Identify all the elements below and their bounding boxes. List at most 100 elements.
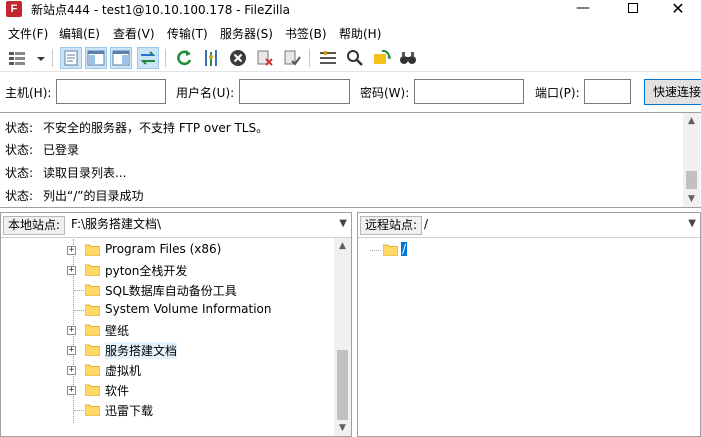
- folder-icon: [85, 344, 100, 356]
- scroll-thumb[interactable]: [337, 350, 348, 420]
- toolbar: [0, 44, 701, 72]
- folder-icon: [85, 244, 100, 256]
- tree-item[interactable]: System Volume Information: [67, 300, 337, 320]
- expand-icon[interactable]: +: [67, 266, 76, 275]
- tree-item-label: 虚拟机: [105, 364, 142, 378]
- sync-browse-icon[interactable]: [372, 48, 392, 68]
- toggle-local-tree-icon[interactable]: [85, 47, 107, 69]
- remote-path-input[interactable]: /: [424, 216, 428, 235]
- local-pane: 本地站点: F:\服务搭建文档\ ▼ + Program Files (x86)…: [0, 212, 352, 437]
- password-input[interactable]: [414, 79, 524, 104]
- menu-transfer[interactable]: 传输(T): [167, 25, 208, 42]
- toggle-transfer-queue-icon[interactable]: [137, 47, 159, 69]
- host-label: 主机(H):: [5, 86, 52, 100]
- tree-item[interactable]: 迅雷下载: [67, 400, 337, 420]
- log-text: 读取目录列表...: [43, 166, 127, 180]
- tree-guide-line: [370, 250, 381, 251]
- host-input[interactable]: [56, 79, 166, 104]
- maximize-button[interactable]: [610, 0, 656, 19]
- toolbar-separator: [309, 49, 310, 67]
- folder-icon: [85, 384, 100, 396]
- local-tree-scrollbar[interactable]: ▲ ▼: [334, 238, 351, 436]
- log-status-label: 状态:: [5, 143, 34, 157]
- folder-icon: [85, 264, 100, 276]
- chevron-down-icon[interactable]: ▼: [339, 218, 347, 229]
- folder-icon: [85, 404, 100, 416]
- menu-help[interactable]: 帮助(H): [339, 25, 381, 42]
- scroll-thumb[interactable]: [686, 171, 697, 189]
- menu-server[interactable]: 服务器(S): [220, 25, 273, 42]
- tree-item-label: 迅雷下载: [105, 404, 154, 418]
- username-input[interactable]: [239, 79, 350, 104]
- log-line: 状态: 不安全的服务器，不支持 FTP over TLS。: [5, 119, 268, 136]
- tree-item-label: System Volume Information: [105, 302, 272, 316]
- remote-site-label: 远程站点:: [360, 216, 423, 235]
- scroll-down-icon[interactable]: ▼: [334, 420, 351, 436]
- log-status-label: 状态:: [5, 121, 34, 135]
- scroll-up-icon[interactable]: ▲: [334, 238, 351, 254]
- log-text: 已登录: [43, 143, 80, 157]
- toggle-message-log-icon[interactable]: [60, 47, 82, 69]
- menu-view[interactable]: 查看(V): [113, 25, 155, 42]
- expand-icon[interactable]: +: [67, 326, 76, 335]
- search-icon[interactable]: [398, 48, 418, 68]
- folder-icon: [383, 244, 398, 256]
- tree-item[interactable]: SQL数据库自动备份工具: [67, 280, 337, 300]
- site-manager-icon[interactable]: [7, 48, 27, 68]
- expand-icon[interactable]: +: [67, 346, 76, 355]
- remote-site-bar: 远程站点: / ▼: [358, 213, 700, 238]
- chevron-down-icon[interactable]: ▼: [688, 218, 696, 229]
- scroll-down-icon[interactable]: ▼: [683, 191, 700, 207]
- local-site-bar: 本地站点: F:\服务搭建文档\ ▼: [1, 213, 351, 238]
- tree-item-label: Program Files (x86): [105, 242, 222, 256]
- folder-icon: [85, 364, 100, 376]
- log-status-label: 状态:: [5, 166, 34, 180]
- password-label: 密码(W):: [360, 86, 410, 100]
- title-bar: F 新站点444 - test1@10.10.100.178 - FileZil…: [0, 0, 701, 19]
- log-line: 状态: 已登录: [5, 141, 79, 158]
- folder-icon: [85, 284, 100, 296]
- local-path-input[interactable]: F:\服务搭建文档\: [71, 216, 161, 235]
- tree-item[interactable]: + pyton全栈开发: [67, 260, 337, 280]
- menu-file[interactable]: 文件(F): [8, 25, 48, 42]
- scroll-up-icon[interactable]: ▲: [683, 113, 700, 129]
- log-text: 不安全的服务器，不支持 FTP over TLS。: [43, 121, 269, 135]
- tree-item[interactable]: + 壁纸: [67, 320, 337, 340]
- expand-icon[interactable]: +: [67, 366, 76, 375]
- quickconnect-button[interactable]: 快速连接: [644, 79, 701, 105]
- toggle-remote-tree-icon[interactable]: [110, 47, 132, 69]
- tree-item-selected[interactable]: /: [370, 240, 570, 260]
- close-button[interactable]: ✕: [655, 0, 701, 19]
- expand-icon[interactable]: +: [67, 386, 76, 395]
- menu-edit[interactable]: 编辑(E): [59, 25, 100, 42]
- dropdown-arrow-icon[interactable]: [31, 48, 45, 68]
- window-title: 新站点444 - test1@10.10.100.178 - FileZilla: [31, 3, 290, 17]
- tree-item[interactable]: + 软件: [67, 380, 337, 400]
- tree-item-label: /: [401, 242, 408, 256]
- toolbar-separator: [52, 49, 53, 67]
- port-label: 端口(P):: [535, 86, 580, 100]
- tree-item-label: SQL数据库自动备份工具: [105, 284, 237, 298]
- filter-icon[interactable]: [318, 48, 338, 68]
- tree-guide-line: [74, 410, 84, 411]
- minimize-button[interactable]: —: [560, 0, 606, 19]
- maximize-icon: [628, 3, 638, 13]
- reconnect-icon[interactable]: [282, 48, 302, 68]
- menu-bookmarks[interactable]: 书签(B): [285, 25, 327, 42]
- compare-icon[interactable]: [345, 48, 365, 68]
- port-input[interactable]: [584, 79, 631, 104]
- log-scrollbar[interactable]: ▲ ▼: [683, 113, 700, 207]
- disconnect-icon[interactable]: [255, 48, 275, 68]
- cancel-icon[interactable]: [228, 48, 248, 68]
- log-status-label: 状态:: [5, 189, 34, 203]
- folder-icon: [85, 324, 100, 336]
- process-queue-icon[interactable]: [202, 48, 222, 68]
- expand-icon[interactable]: +: [67, 246, 76, 255]
- log-line: 状态: 列出“/”的目录成功: [5, 187, 143, 204]
- tree-item[interactable]: + Program Files (x86): [67, 240, 337, 260]
- tree-item-selected[interactable]: + 服务搭建文档: [67, 340, 337, 360]
- toolbar-separator: [165, 49, 166, 67]
- refresh-icon[interactable]: [174, 48, 194, 68]
- tree-item-label: pyton全栈开发: [105, 264, 188, 278]
- tree-item[interactable]: + 虚拟机: [67, 360, 337, 380]
